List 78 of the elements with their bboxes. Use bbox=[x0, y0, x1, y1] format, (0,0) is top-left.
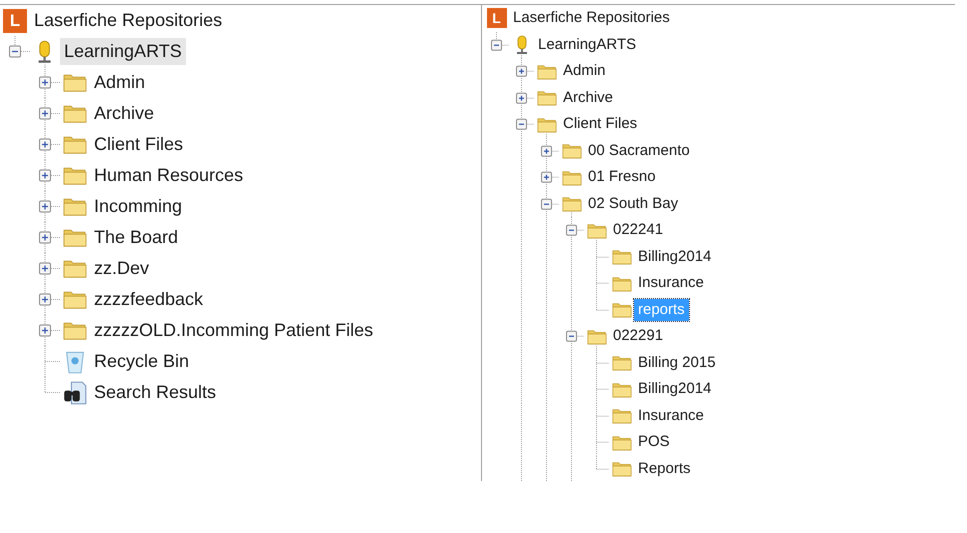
tree-toggle[interactable] bbox=[39, 200, 51, 212]
tree-toggle[interactable] bbox=[39, 108, 51, 120]
tree-toggle[interactable] bbox=[541, 198, 552, 210]
tree-toggle[interactable] bbox=[9, 46, 21, 58]
folder-icon bbox=[612, 407, 632, 424]
tree-item-label[interactable]: 01 Fresno bbox=[584, 166, 660, 188]
folder-icon bbox=[63, 258, 87, 279]
folder-icon bbox=[63, 227, 87, 248]
tree-toggle[interactable] bbox=[566, 224, 577, 236]
tree-item-label[interactable]: Archive bbox=[90, 100, 158, 127]
tree-toggle[interactable] bbox=[491, 39, 502, 50]
tree-item-label[interactable]: zzzzzOLD.Incomming Patient Files bbox=[90, 317, 378, 344]
folder-icon bbox=[536, 89, 556, 106]
tree-toggle[interactable] bbox=[541, 172, 552, 183]
tree-item-label[interactable]: 022241 bbox=[609, 219, 668, 242]
tree-toggle[interactable] bbox=[39, 170, 51, 182]
tree-item-label[interactable]: Client Files bbox=[559, 113, 642, 136]
tree-item-label[interactable]: Laserfiche Repositories bbox=[30, 7, 226, 34]
tree-toggle[interactable] bbox=[516, 92, 527, 104]
folder-icon bbox=[562, 142, 582, 160]
tree-item-label[interactable]: 022291 bbox=[609, 325, 668, 348]
binoculars-document-icon bbox=[63, 380, 87, 404]
folder-icon bbox=[63, 134, 87, 155]
folder-icon bbox=[63, 320, 87, 341]
folder-icon bbox=[586, 328, 606, 345]
tree-item-label[interactable]: Reports bbox=[634, 458, 695, 480]
folder-icon bbox=[612, 434, 632, 451]
tree-item-label[interactable]: Admin bbox=[559, 60, 610, 82]
tree-item-label[interactable]: Incomming bbox=[90, 193, 186, 220]
folder-icon bbox=[63, 103, 87, 124]
tree-toggle[interactable] bbox=[516, 118, 527, 130]
tree-item-label[interactable]: 00 Sacramento bbox=[584, 140, 694, 162]
tree-item-label[interactable]: Search Results bbox=[90, 379, 220, 406]
tree-item-label[interactable]: zzzzfeedback bbox=[90, 286, 208, 313]
logo-icon: L bbox=[486, 8, 506, 28]
tree-toggle[interactable] bbox=[39, 324, 51, 336]
tree-item-label[interactable]: 02 South Bay bbox=[584, 192, 682, 215]
recycle-bin-icon bbox=[63, 350, 87, 374]
folder-icon bbox=[612, 460, 632, 478]
folder-icon bbox=[63, 196, 87, 217]
tree-toggle[interactable] bbox=[39, 232, 51, 244]
tree-item-label[interactable]: Billing2014 bbox=[634, 246, 716, 268]
folder-icon bbox=[612, 354, 632, 372]
tree-item-label[interactable]: LearningARTS bbox=[60, 38, 186, 65]
tree-toggle[interactable] bbox=[39, 138, 51, 150]
folder-icon bbox=[612, 248, 632, 266]
folder-icon bbox=[63, 165, 87, 186]
tree-item-label[interactable]: Archive bbox=[559, 86, 618, 109]
logo-icon: L bbox=[3, 8, 27, 32]
folder-icon bbox=[536, 62, 556, 80]
folder-icon bbox=[612, 380, 632, 398]
folder-icon bbox=[63, 72, 87, 93]
tree-item-label[interactable]: Recycle Bin bbox=[90, 348, 194, 375]
tree-toggle[interactable] bbox=[541, 145, 552, 156]
tree-item-label[interactable]: Laserfiche Repositories bbox=[509, 7, 674, 30]
tree-item-label[interactable]: Admin bbox=[90, 69, 150, 96]
tree-toggle[interactable] bbox=[39, 76, 51, 88]
tree-item-label[interactable]: Insurance bbox=[634, 404, 708, 427]
folder-icon bbox=[586, 222, 606, 239]
tree-toggle[interactable] bbox=[39, 294, 51, 306]
tree-item-label[interactable]: Human Resources bbox=[90, 162, 248, 189]
folder-icon bbox=[562, 168, 582, 186]
folder-icon bbox=[63, 289, 87, 310]
tree-item-label[interactable]: LearningARTS bbox=[534, 34, 640, 56]
tree-item-label[interactable]: Billing 2015 bbox=[634, 352, 720, 374]
folder-icon bbox=[536, 116, 556, 133]
tree-item-label[interactable]: zz.Dev bbox=[90, 255, 154, 282]
tree-toggle[interactable] bbox=[566, 330, 577, 342]
tree-item-label[interactable]: Insurance bbox=[634, 272, 708, 294]
tree-item-label[interactable]: POS bbox=[634, 431, 674, 454]
tree-toggle[interactable] bbox=[39, 262, 51, 274]
tree-item-label[interactable]: Billing2014 bbox=[634, 378, 716, 400]
tree-toggle[interactable] bbox=[516, 66, 527, 77]
folder-icon bbox=[612, 274, 632, 292]
folder-icon bbox=[612, 301, 632, 318]
tree-item-label[interactable]: The Board bbox=[90, 224, 182, 251]
folder-icon bbox=[562, 195, 582, 212]
tree-item-label[interactable]: Client Files bbox=[90, 131, 188, 158]
